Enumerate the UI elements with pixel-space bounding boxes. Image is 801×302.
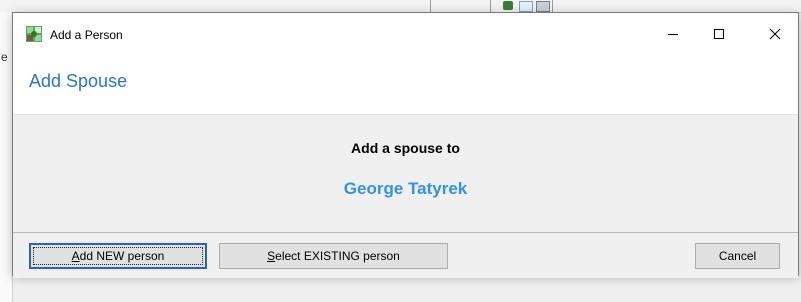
toolbar-separator [430, 0, 431, 12]
maximize-button[interactable] [696, 13, 742, 55]
chart-icon[interactable] [519, 1, 533, 12]
toolbar-separator [490, 0, 491, 12]
select-existing-person-button[interactable]: Select EXISTING person [219, 243, 448, 269]
dialog-header [13, 55, 798, 114]
dialog-content [13, 114, 798, 233]
access-key: S [267, 249, 276, 263]
person-icon[interactable] [503, 1, 513, 10]
add-new-person-button[interactable]: Add NEW person [29, 243, 207, 269]
label-rest: dd NEW person [79, 249, 165, 263]
button-bar: Add NEW person Select EXISTING person Ca… [13, 232, 798, 278]
window-title: Add a Person [50, 28, 123, 42]
add-person-dialog: Add a Person Add Spouse Add a spouse to … [12, 12, 799, 278]
close-icon [769, 28, 781, 40]
title-bar[interactable]: Add a Person [13, 13, 798, 55]
select-existing-person-label: Select EXISTING person [267, 249, 400, 263]
add-spouse-prompt: Add a spouse to [351, 140, 460, 156]
person-name: George Tatyrek [343, 179, 468, 198]
report-icon[interactable] [536, 1, 550, 12]
background-text-fragment: e [1, 50, 8, 64]
minimize-button[interactable] [650, 13, 696, 55]
close-button[interactable] [752, 13, 798, 55]
tree-icon [26, 26, 42, 42]
toolbar-separator [552, 0, 553, 12]
cancel-button[interactable]: Cancel [695, 243, 780, 269]
page-title: Add Spouse [29, 71, 128, 91]
add-new-person-label: Add NEW person [72, 249, 165, 263]
access-key: A [71, 249, 80, 263]
maximize-icon [714, 29, 724, 39]
minimize-icon [668, 34, 678, 35]
label-rest: elect EXISTING person [275, 249, 400, 263]
